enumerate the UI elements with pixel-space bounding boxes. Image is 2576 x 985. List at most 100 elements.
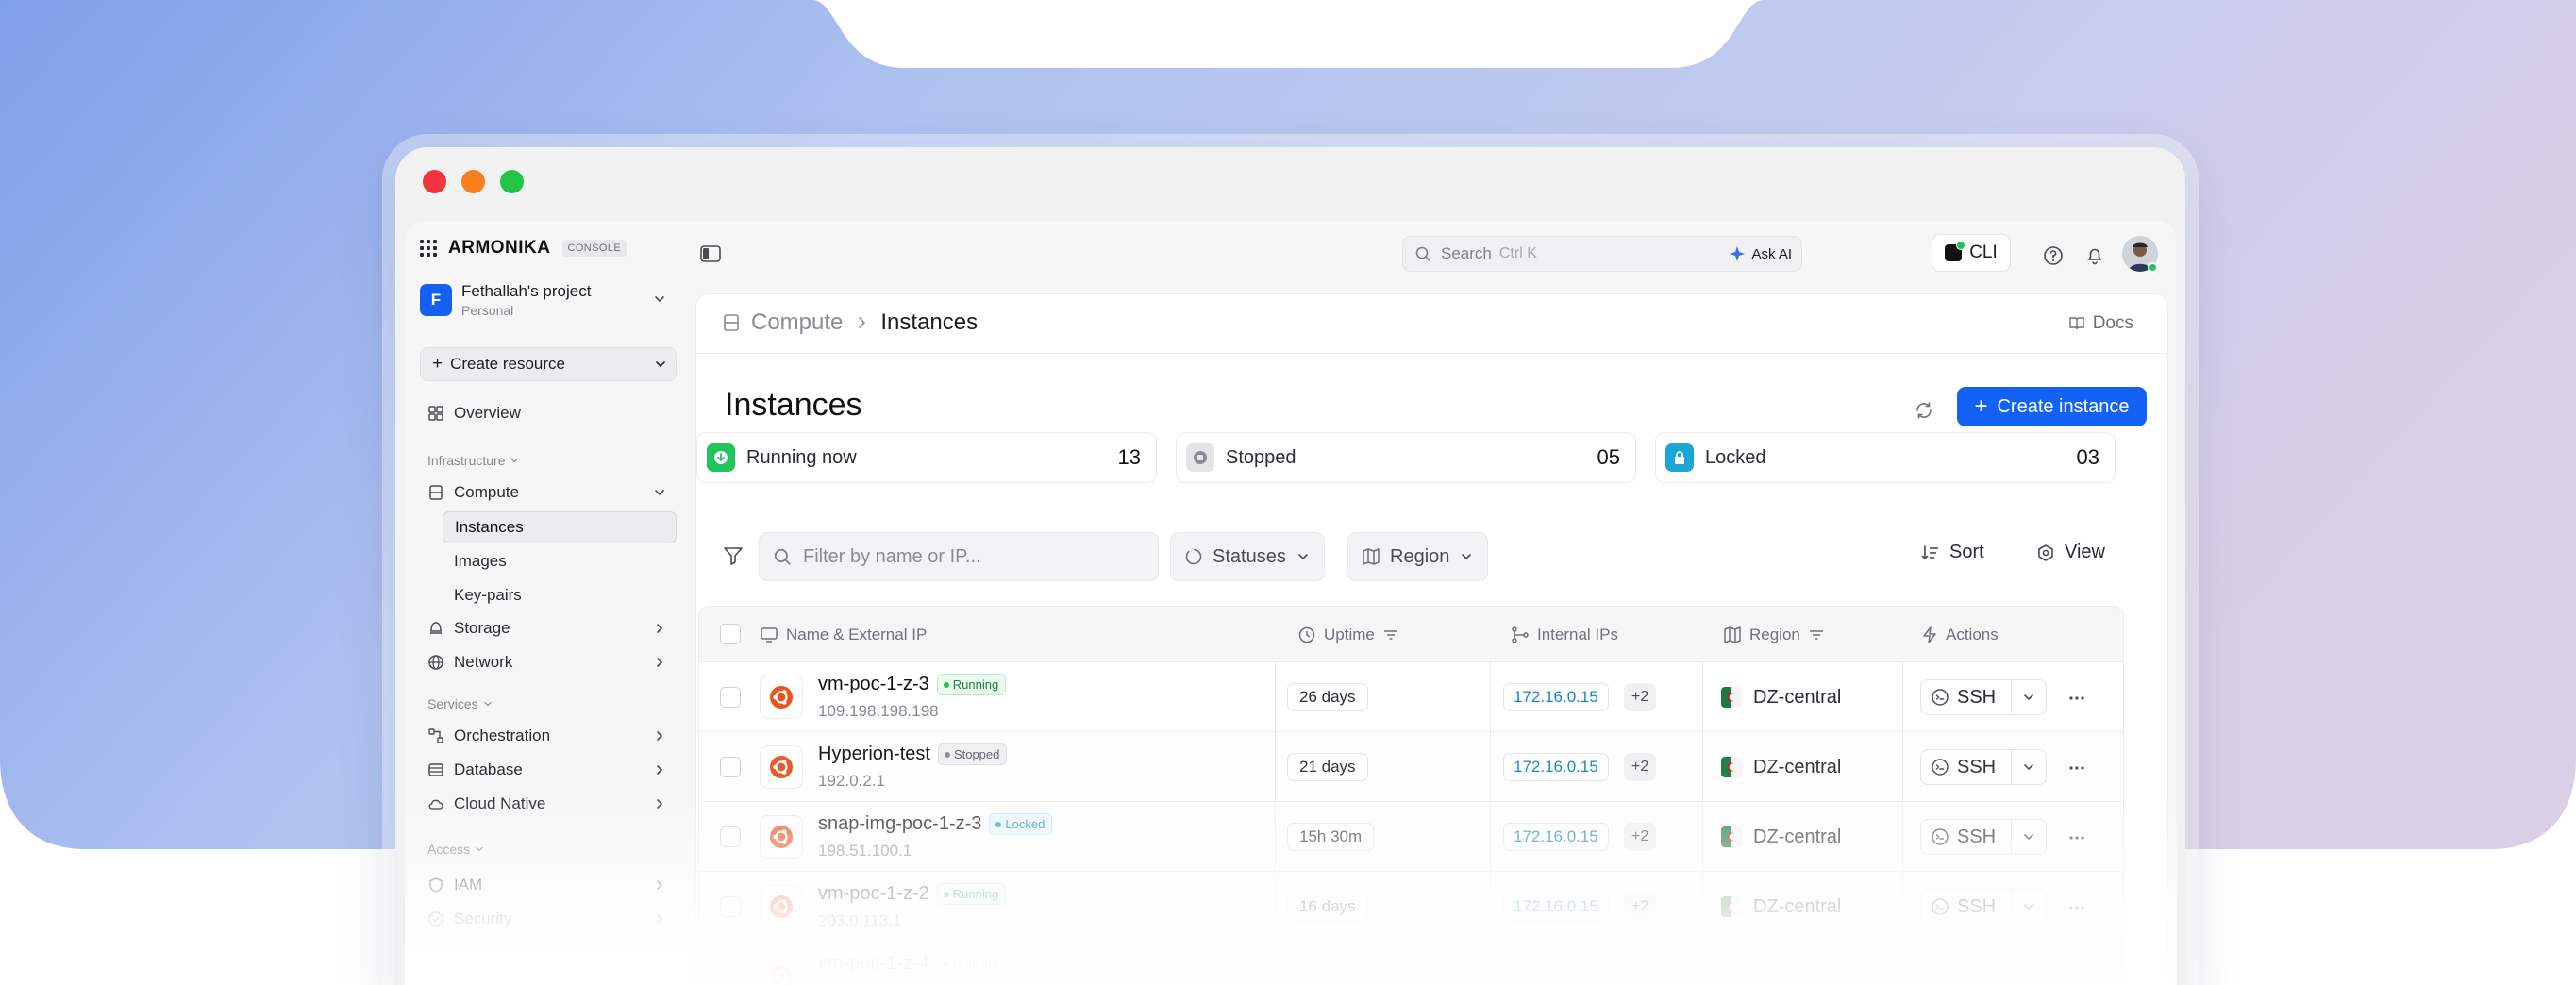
more-options-icon[interactable] [2067, 759, 2086, 777]
chevron-right-icon [859, 317, 866, 328]
bell-icon[interactable] [2084, 245, 2105, 266]
instance-name[interactable]: vm-poc-1-z-3 Running [818, 674, 1007, 695]
table-row[interactable]: Hyperion-test Stopped 192.0.2.1 21 days … [699, 731, 2123, 801]
row-checkbox[interactable] [720, 757, 741, 777]
extra-ips-chip[interactable]: +2 [1624, 893, 1657, 921]
ssh-button[interactable]: SSH [1920, 679, 2047, 715]
header-region[interactable]: Region [1723, 626, 1825, 644]
sidebar-item-iam[interactable]: IAM [420, 870, 677, 900]
row-checkbox[interactable] [720, 826, 741, 847]
chevron-down-icon [1298, 554, 1308, 560]
view-label: View [2065, 542, 2105, 562]
header-label: Internal IPs [1537, 626, 1618, 643]
stat-locked[interactable]: Locked 03 [1655, 432, 2116, 483]
app-shell: ARMONIKA CONSOLE F Fethallah's project P… [405, 221, 2177, 985]
database-icon [428, 763, 443, 776]
algeria-flag-icon [1721, 826, 1742, 847]
cli-button[interactable]: CLI [1932, 234, 2011, 272]
table-row[interactable]: vm-poc-1-z-3 Running 109.198.198.198 26 … [699, 661, 2123, 731]
ask-ai-button[interactable]: Ask AI [1729, 242, 1792, 266]
sidebar-item-cloud-native[interactable]: Cloud Native [420, 789, 677, 819]
sidebar-item-storage[interactable]: Storage [420, 613, 677, 643]
maximize-window-button[interactable] [500, 170, 524, 193]
create-resource-button[interactable]: + Create resource [420, 347, 677, 381]
ssh-menu-toggle[interactable] [2012, 760, 2046, 775]
map-icon [1724, 626, 1741, 643]
shield-icon [429, 877, 443, 893]
header-uptime[interactable]: Uptime [1297, 626, 1399, 644]
sidebar-toggle-icon[interactable] [700, 245, 721, 262]
instance-name[interactable]: snap-img-poc-1-z-3 Locked [818, 813, 1053, 835]
logo: ARMONIKA [448, 238, 551, 258]
sidebar-item-security[interactable]: Security [420, 904, 677, 934]
more-options-icon[interactable] [2067, 828, 2086, 847]
ssh-menu-toggle[interactable] [2012, 829, 2046, 844]
sort-button[interactable]: Sort [1921, 542, 1984, 563]
sidebar-item-overview[interactable]: Overview [420, 398, 677, 428]
select-all-checkbox[interactable] [720, 624, 741, 644]
internal-ip-chip[interactable]: 172.16.0.15 [1503, 893, 1609, 921]
more-options-icon[interactable] [2067, 898, 2086, 917]
stopped-icon [1186, 443, 1214, 472]
region-label: Region [1390, 545, 1450, 567]
instance-name[interactable]: vm-poc-1-z-4 Running [818, 953, 1007, 975]
sidebar-item-database[interactable]: Database [420, 755, 677, 785]
sidebar-subitem-key-pairs[interactable]: Key-pairs [443, 579, 677, 611]
status-text: Stopped [953, 747, 1000, 761]
header-internal-ips[interactable]: Internal IPs [1511, 626, 1618, 644]
instance-name[interactable]: Hyperion-test Stopped [818, 743, 1008, 765]
table-row[interactable]: vm-poc-1-z-4 Running [699, 941, 2123, 985]
internal-ip-chip[interactable]: 172.16.0.15 [1503, 823, 1609, 851]
row-checkbox[interactable] [720, 896, 741, 917]
statuses-dropdown[interactable]: Statuses [1170, 532, 1325, 581]
uptime-chip: 16 days [1287, 893, 1368, 921]
breadcrumb-parent[interactable]: Compute [751, 309, 843, 336]
region-dropdown[interactable]: Region [1347, 532, 1489, 581]
extra-ips-chip[interactable]: +2 [1624, 753, 1657, 781]
row-checkbox[interactable] [720, 966, 741, 985]
status-text: Running [952, 957, 999, 971]
sidebar-subitem-images[interactable]: Images [443, 545, 677, 577]
instance-name[interactable]: vm-poc-1-z-2 Running [818, 883, 1007, 905]
ssh-button[interactable]: SSH [1920, 749, 2047, 785]
extra-ips-chip[interactable]: +2 [1624, 823, 1657, 851]
status-badge: Locked [989, 813, 1053, 835]
extra-ips-chip[interactable]: +2 [1624, 683, 1657, 711]
sidebar-subitem-instances[interactable]: Instances [443, 511, 677, 543]
ssh-menu-toggle[interactable] [2012, 690, 2046, 705]
header-name[interactable]: Name & External IP [760, 626, 927, 644]
sidebar-item-compute[interactable]: Compute [420, 477, 677, 508]
group-infrastructure[interactable]: Infrastructure [427, 453, 520, 468]
minimize-window-button[interactable] [461, 170, 485, 193]
sidebar-item-orchestration[interactable]: Orchestration [420, 721, 677, 751]
filter-input[interactable]: Filter by name or IP... [759, 532, 1159, 581]
table-row[interactable]: vm-poc-1-z-2 Running 203.0.113.1 16 days… [699, 871, 2123, 941]
stat-stopped[interactable]: Stopped 05 [1176, 432, 1636, 483]
filter-icon[interactable] [723, 545, 744, 566]
sidebar-item-network[interactable]: Network [420, 647, 677, 677]
ssh-menu-toggle[interactable] [2012, 899, 2046, 914]
group-access[interactable]: Access [427, 842, 485, 857]
settings-hex-icon [2038, 543, 2053, 561]
apps-grid-icon[interactable] [420, 240, 437, 257]
ssh-button[interactable]: SSH [1920, 889, 2047, 925]
view-button[interactable]: View [2036, 542, 2105, 563]
close-window-button[interactable] [423, 170, 446, 193]
chevron-right-icon [657, 799, 663, 809]
chevron-down-icon [484, 701, 492, 707]
row-checkbox[interactable] [720, 687, 741, 708]
refresh-icon[interactable] [1914, 400, 1934, 421]
internal-ip-chip[interactable]: 172.16.0.15 [1503, 683, 1609, 711]
table-row[interactable]: snap-img-poc-1-z-3 Locked 198.51.100.1 1… [699, 801, 2123, 871]
stat-running[interactable]: Running now 13 [696, 432, 1157, 483]
global-search[interactable]: Search Ctrl K Ask AI [1402, 236, 1802, 272]
help-icon[interactable] [2043, 245, 2064, 266]
more-options-icon[interactable] [2067, 689, 2086, 708]
internal-ip-chip[interactable]: 172.16.0.15 [1503, 753, 1609, 781]
algeria-flag-icon [1721, 896, 1742, 917]
ssh-button[interactable]: SSH [1920, 819, 2047, 855]
project-switcher[interactable]: F Fethallah's project Personal [420, 279, 673, 321]
group-services[interactable]: Services [427, 696, 493, 711]
docs-link[interactable]: Docs [2068, 313, 2133, 334]
create-instance-button[interactable]: + Create instance [1957, 387, 2147, 426]
